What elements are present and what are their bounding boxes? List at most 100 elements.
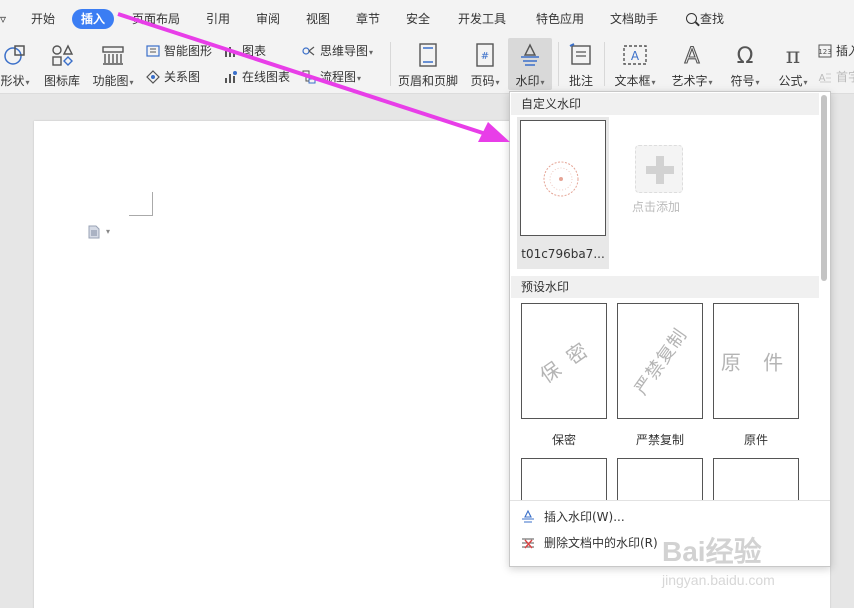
function-chart-icon	[102, 46, 124, 65]
menu-search[interactable]: 查找	[686, 9, 724, 29]
svg-text:A: A	[631, 49, 640, 63]
menu-tab-insert[interactable]: 插入	[72, 9, 115, 29]
page-number-button[interactable]: # 页码▾	[466, 38, 504, 92]
text-box-icon: A	[623, 45, 647, 65]
menu-tab-start[interactable]: 开始	[31, 9, 55, 29]
insert-watermark-label: 插入水印(W)...	[544, 510, 625, 524]
menu-tab-doc-assistant[interactable]: 文档助手	[610, 9, 658, 29]
menu-tab-special[interactable]: 特色应用	[536, 9, 584, 29]
shapes-button[interactable]: 形状▾	[0, 38, 34, 92]
dropdown-footer: 插入水印(W)... 删除文档中的水印(R)	[510, 500, 830, 550]
first-letter-button[interactable]: A 首字	[818, 68, 854, 86]
icon-library-icon	[52, 44, 74, 66]
preset-watermark-no-copy[interactable]: 严禁复制	[617, 303, 703, 419]
insert-number-icon: 123	[818, 44, 832, 58]
watermark-button[interactable]: 水印▾	[508, 38, 552, 90]
smart-graphic-label: 智能图形	[164, 44, 213, 58]
formula-button[interactable]: π 公式▾	[772, 38, 814, 92]
search-icon	[686, 13, 697, 24]
shapes-icon	[4, 45, 25, 65]
smart-graphic-button[interactable]: 智能图形	[146, 42, 212, 60]
drop-cap-icon: A	[819, 73, 831, 84]
word-art-button[interactable]: A 艺术字▾	[666, 38, 718, 92]
omega-symbol-icon: Ω	[737, 44, 754, 68]
svg-text:Ω: Ω	[737, 44, 754, 68]
insert-watermark-icon	[522, 509, 534, 523]
header-footer-button[interactable]: 页眉和页脚	[396, 38, 460, 92]
online-chart-button[interactable]: 在线图表	[224, 68, 290, 86]
first-letter-label: 首字	[836, 70, 854, 84]
preset-watermark-header: 预设水印	[511, 276, 819, 298]
flowchart-label: 流程图	[320, 70, 357, 84]
menu-tab-chapter[interactable]: 章节	[356, 9, 380, 29]
mind-map-icon	[302, 46, 315, 56]
custom-watermark-thumbnail	[520, 120, 606, 236]
dropdown-scrollbar-thumb[interactable]	[821, 95, 827, 281]
preset-watermark-item[interactable]	[617, 458, 703, 500]
icon-library-button[interactable]: 图标库	[42, 38, 82, 92]
menu-tab-references[interactable]: 引用	[206, 9, 230, 29]
comment-icon	[569, 43, 591, 65]
header-footer-label: 页眉和页脚	[397, 74, 458, 88]
text-box-button[interactable]: A 文本框▾	[610, 38, 660, 92]
preset-watermark-text: 严禁复制	[630, 324, 692, 400]
svg-text:A: A	[684, 44, 699, 68]
baidu-jingyan-url: jingyan.baidu.com	[662, 572, 775, 588]
preset-watermark-text: 保 密	[535, 336, 595, 388]
chart-label: 图表	[242, 44, 267, 58]
menu-tab-developer[interactable]: 开发工具	[458, 9, 506, 29]
preset-watermark-original[interactable]: 原 件	[713, 303, 799, 419]
icon-library-label: 图标库	[43, 74, 80, 88]
add-custom-watermark-plus-icon[interactable]	[635, 145, 683, 193]
insert-watermark-menu-item[interactable]: 插入水印(W)...	[520, 507, 625, 527]
header-footer-icon	[419, 43, 437, 67]
delete-watermark-icon	[522, 538, 534, 549]
relation-chart-icon	[146, 70, 160, 84]
delete-watermark-menu-item[interactable]: 删除文档中的水印(R)	[520, 533, 658, 553]
preset-watermark-item[interactable]	[521, 458, 607, 500]
svg-text:123: 123	[818, 48, 831, 56]
preset-watermark-item[interactable]	[713, 458, 799, 500]
function-chart-button[interactable]: 功能图▾	[90, 38, 136, 92]
baidu-jingyan-logo: Bai经验	[662, 536, 762, 567]
custom-watermark-item[interactable]: t01c796ba7...	[517, 117, 609, 269]
paragraph-layout-caret-icon[interactable]: ▾	[106, 227, 110, 236]
menu-tab-page-layout[interactable]: 页面布局	[132, 9, 180, 29]
menu-tab-security[interactable]: 安全	[406, 9, 430, 29]
insert-number-label: 插入	[836, 44, 854, 58]
paragraph-layout-icon[interactable]	[88, 225, 100, 239]
relation-chart-button[interactable]: 关系图	[146, 68, 200, 86]
custom-watermark-header: 自定义水印	[511, 93, 819, 115]
ribbon-toolbar: 形状▾ 图标库 功能图▾ 智能图形 图表 关系图 在线图表 思维导图▾ 流程图▾…	[0, 36, 854, 94]
menu-tab-view[interactable]: 视图	[306, 9, 330, 29]
watermark-label: 水印	[515, 74, 540, 88]
delete-watermark-label: 删除文档中的水印(R)	[544, 536, 658, 550]
formula-label: 公式	[778, 74, 803, 88]
watermark-icon	[521, 43, 539, 66]
flowchart-button[interactable]: 流程图▾	[302, 68, 361, 86]
watermark-dropdown: 自定义水印 t01c796ba7... 点击添加 预设水印 保 密 保密 严禁复…	[509, 91, 831, 567]
seal-stamp-icon	[543, 161, 579, 197]
symbol-button[interactable]: Ω 符号▾	[724, 38, 766, 92]
preset-caption-confidential: 保密	[551, 433, 576, 447]
chart-icon	[225, 47, 235, 57]
function-chart-label: 功能图	[92, 74, 129, 88]
menu-expand-chevron-icon[interactable]: ▿	[0, 9, 6, 29]
toolbar-divider	[558, 42, 559, 86]
comment-button[interactable]: 批注	[564, 38, 598, 92]
online-chart-icon	[225, 71, 237, 83]
preset-watermark-confidential[interactable]: 保 密	[521, 303, 607, 419]
menu-search-label: 查找	[700, 12, 725, 26]
preset-caption-no-copy: 严禁复制	[635, 433, 684, 447]
chart-button[interactable]: 图表	[224, 42, 266, 60]
insert-number-button[interactable]: 123 插入	[818, 42, 854, 60]
page-number-icon: #	[476, 43, 494, 67]
menu-tab-review[interactable]: 审阅	[256, 9, 280, 29]
word-art-label: 艺术字	[671, 74, 708, 88]
margin-corner-mark	[129, 192, 153, 216]
menu-bar: ▿ 开始 插入 页面布局 引用 审阅 视图 章节 安全 开发工具 特色应用 文档…	[0, 0, 854, 36]
online-chart-label: 在线图表	[242, 70, 291, 84]
mind-map-button[interactable]: 思维导图▾	[302, 42, 373, 60]
add-custom-watermark-label[interactable]: 点击添加	[632, 198, 680, 215]
text-box-label: 文本框	[614, 74, 651, 88]
